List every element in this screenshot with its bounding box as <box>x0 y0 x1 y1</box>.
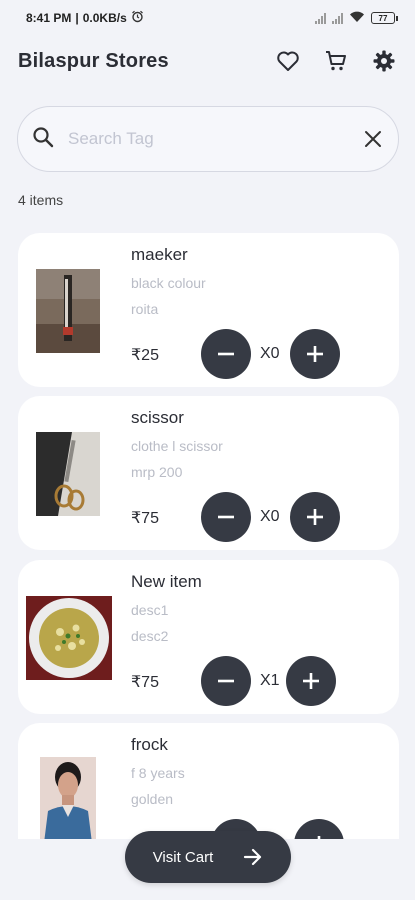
decrement-button[interactable] <box>201 656 251 706</box>
minus-icon <box>218 515 234 519</box>
product-price: ₹25 <box>131 347 159 364</box>
quantity-value: X1 <box>260 672 280 689</box>
plus-icon <box>307 346 323 362</box>
search-icon <box>32 126 54 153</box>
status-bar: 8:41 PM | 0.0KB/s 77 <box>0 0 415 36</box>
signal-icon-2 <box>332 12 343 24</box>
minus-icon <box>218 679 234 683</box>
status-network-speed: 0.0KB/s <box>82 11 127 25</box>
clear-icon[interactable] <box>364 130 382 148</box>
app-bar: Bilaspur Stores <box>0 40 415 82</box>
status-right: 77 <box>315 11 398 26</box>
product-image <box>40 757 96 839</box>
product-list: maeker black colour roita ₹25 X0 scissor… <box>18 233 399 839</box>
plus-icon <box>317 836 321 839</box>
product-name: scissor <box>131 408 184 427</box>
wifi-icon <box>349 11 365 26</box>
product-image <box>36 269 100 353</box>
increment-button[interactable] <box>286 656 336 706</box>
visit-cart-button[interactable]: Visit Cart <box>125 831 291 883</box>
battery-icon: 77 <box>371 12 398 24</box>
product-card[interactable]: frock f 8 years golden <box>18 723 399 839</box>
product-desc1: f 8 years <box>131 765 185 781</box>
status-separator: | <box>75 11 79 25</box>
product-name: maeker <box>131 245 188 264</box>
product-card[interactable]: maeker black colour roita ₹25 X0 <box>18 233 399 387</box>
product-card[interactable]: New item desc1 desc2 ₹75 X1 <box>18 560 399 714</box>
product-name: frock <box>131 735 168 754</box>
status-left: 8:41 PM | 0.0KB/s <box>26 10 144 26</box>
status-time: 8:41 PM <box>26 11 72 25</box>
heart-icon[interactable] <box>275 48 301 74</box>
product-desc1: clothe l scissor <box>131 438 223 454</box>
product-price: ₹75 <box>131 674 159 691</box>
app-title: Bilaspur Stores <box>18 49 169 72</box>
increment-button[interactable] <box>294 819 344 839</box>
quantity-value: X0 <box>260 508 280 525</box>
product-desc2: mrp 200 <box>131 464 183 480</box>
decrement-button[interactable] <box>201 329 251 379</box>
search-input[interactable] <box>68 129 364 149</box>
product-desc2: desc2 <box>131 628 169 644</box>
product-name: New item <box>131 572 202 591</box>
alarm-icon <box>131 10 144 26</box>
product-desc2: golden <box>131 791 174 807</box>
plus-icon <box>303 673 319 689</box>
item-count: 4 items <box>18 192 64 208</box>
increment-button[interactable] <box>290 329 340 379</box>
product-image <box>36 432 100 516</box>
product-desc1: black colour <box>131 275 206 291</box>
app-bar-actions <box>275 48 397 74</box>
quantity-value: X0 <box>260 345 280 362</box>
minus-icon <box>218 352 234 356</box>
decrement-button[interactable] <box>201 492 251 542</box>
plus-icon <box>307 509 323 525</box>
search-box <box>17 106 399 172</box>
product-image <box>26 596 112 680</box>
product-desc1: desc1 <box>131 602 169 618</box>
product-desc2: roita <box>131 301 159 317</box>
cart-icon[interactable] <box>323 48 349 74</box>
gear-icon[interactable] <box>371 48 397 74</box>
arrow-right-icon <box>243 848 263 866</box>
visit-cart-label: Visit Cart <box>152 848 214 866</box>
product-card[interactable]: scissor clothe l scissor mrp 200 ₹75 X0 <box>18 396 399 550</box>
product-price: ₹75 <box>131 510 159 527</box>
increment-button[interactable] <box>290 492 340 542</box>
signal-icon <box>315 12 326 24</box>
